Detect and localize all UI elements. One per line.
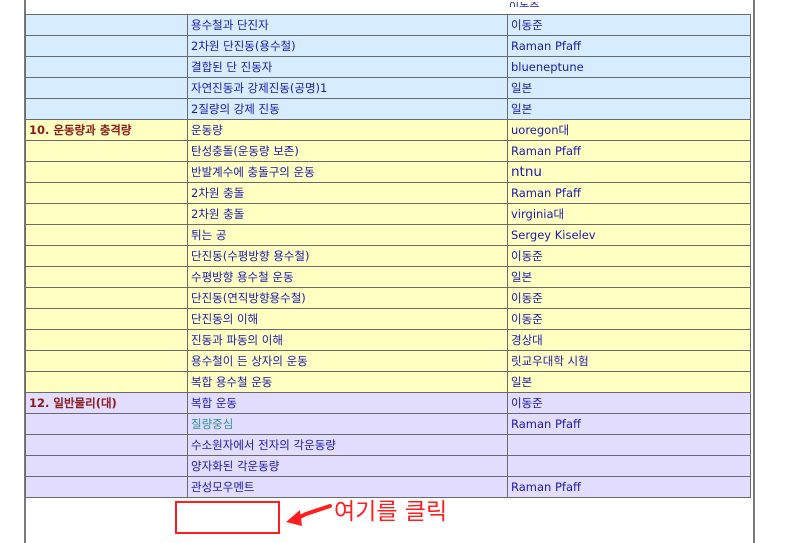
source-cell: 일본 [507,77,751,99]
section-cell [25,56,188,78]
section-cell [25,140,188,162]
source-cell: Raman Pfaff [507,35,751,57]
table-row: 반발계수에 충돌구의 운동 ntnu [25,161,751,183]
source-cell: 이동준 [507,245,751,267]
cut-off-row-text: 이동준 [509,2,539,7]
simulation-title-link[interactable]: 단진동의 이해 [187,308,508,330]
source-cell: virginia대 [507,203,751,225]
table-row: 질량중심 Raman Pfaff [25,413,751,435]
source-cell: 일본 [507,98,751,120]
table-row: 단진동의 이해 이동준 [25,308,751,330]
section-cell [25,329,188,351]
table-row: 2질량의 강제 진동 일본 [25,98,751,120]
source-cell [507,434,751,456]
simulation-title-link[interactable]: 용수철이 든 상자의 운동 [187,350,508,372]
section-cell [25,245,188,267]
simulation-title-link[interactable]: 양자화된 각운동량 [187,455,508,477]
table-row: 수평방향 용수철 운동 일본 [25,266,751,288]
simulation-title-link[interactable]: 단진동(연직방향용수철) [187,287,508,309]
table-row: 결합된 단 진동자 blueneptune [25,56,751,78]
source-cell: blueneptune [507,56,751,78]
simulation-title-link[interactable]: 단진동(수평방향 용수철) [187,245,508,267]
red-arrow-icon [286,504,332,526]
table-row: 2차원 충돌 virginia대 [25,203,751,225]
simulation-title-link[interactable]: 수소원자에서 전자의 각운동량 [187,434,508,456]
table-row: 2차원 단진동(용수철) Raman Pfaff [25,35,751,57]
table-row: 복합 용수철 운동 일본 [25,371,751,393]
simulation-title-link[interactable]: 진동과 파동의 이해 [187,329,508,351]
section-cell [25,350,188,372]
table-row: 진동과 파동의 이해 경상대 [25,329,751,351]
section-cell [25,14,188,36]
source-cell: Raman Pfaff [507,182,751,204]
table-row: 용수철이 든 상자의 운동 릿교우대학 시험 [25,350,751,372]
source-cell: 이동준 [507,14,751,36]
section-cell: 10. 운동량과 충격량 [25,119,188,141]
simulation-list-table: 용수철과 단진자 이동준 2차원 단진동(용수철) Raman Pfaff 결합된 단 … [25,14,751,498]
simulation-title-link[interactable]: 복합 용수철 운동 [187,371,508,393]
simulation-title-link[interactable]: 튀는 공 [187,224,508,246]
simulation-title-link[interactable]: 2차원 충돌 [187,182,508,204]
source-cell: ntnu [507,161,751,183]
highlight-box [175,501,280,534]
table-row: 용수철과 단진자 이동준 [25,14,751,36]
simulation-title-link[interactable]: 2질량의 강제 진동 [187,98,508,120]
simulation-title-link[interactable]: 2차원 충돌 [187,203,508,225]
click-here-annotation: 여기를 클릭 [334,499,448,525]
table-row: 10. 운동량과 충격량 운동량 uoregon대 [25,119,751,141]
section-cell [25,98,188,120]
source-cell: Sergey Kiselev [507,224,751,246]
section-cell [25,161,188,183]
simulation-title-link[interactable]: 운동량 [187,119,508,141]
section-cell [25,182,188,204]
section-cell: 12. 일반물리(대) [25,392,188,414]
simulation-title-link[interactable]: 복합 운동 [187,392,508,414]
source-cell [507,455,751,477]
source-cell: 경상대 [507,329,751,351]
table-row: 자연진동과 강제진동(공명)1 일본 [25,77,751,99]
table-row: 단진동(수평방향 용수철) 이동준 [25,245,751,267]
simulation-title-link[interactable]: 용수철과 단진자 [187,14,508,36]
section-cell [25,77,188,99]
table-row: 2차원 충돌 Raman Pfaff [25,182,751,204]
source-cell: 일본 [507,266,751,288]
section-cell [25,413,188,435]
table-row: 튀는 공 Sergey Kiselev [25,224,751,246]
section-cell [25,434,188,456]
section-cell [25,371,188,393]
source-cell: Raman Pfaff [507,476,751,498]
source-cell: 릿교우대학 시험 [507,350,751,372]
simulation-title-link[interactable]: 2차원 단진동(용수철) [187,35,508,57]
simulation-title-link[interactable]: 자연진동과 강제진동(공명)1 [187,77,508,99]
simulation-title-link[interactable]: 수평방향 용수철 운동 [187,266,508,288]
table-row: 12. 일반물리(대) 복합 운동 이동준 [25,392,751,414]
section-cell [25,224,188,246]
section-cell [25,476,188,498]
table-row: 양자화된 각운동량 [25,455,751,477]
section-cell [25,35,188,57]
source-cell: Raman Pfaff [507,140,751,162]
section-cell [25,266,188,288]
simulation-title-link[interactable]: 반발계수에 충돌구의 운동 [187,161,508,183]
section-cell [25,287,188,309]
section-cell [25,308,188,330]
source-cell: 이동준 [507,392,751,414]
table-row: 수소원자에서 전자의 각운동량 [25,434,751,456]
section-cell [25,203,188,225]
section-cell [25,455,188,477]
simulation-title-link[interactable]: 탄성충돌(운동량 보존) [187,140,508,162]
source-cell: uoregon대 [507,119,751,141]
table-row: 탄성충돌(운동량 보존) Raman Pfaff [25,140,751,162]
source-cell: 이동준 [507,308,751,330]
table-row: 단진동(연직방향용수철) 이동준 [25,287,751,309]
source-cell: 이동준 [507,287,751,309]
source-cell: Raman Pfaff [507,413,751,435]
source-cell: 일본 [507,371,751,393]
simulation-title-link[interactable]: 결합된 단 진동자 [187,56,508,78]
simulation-title-link[interactable]: 질량중심 [187,413,508,435]
